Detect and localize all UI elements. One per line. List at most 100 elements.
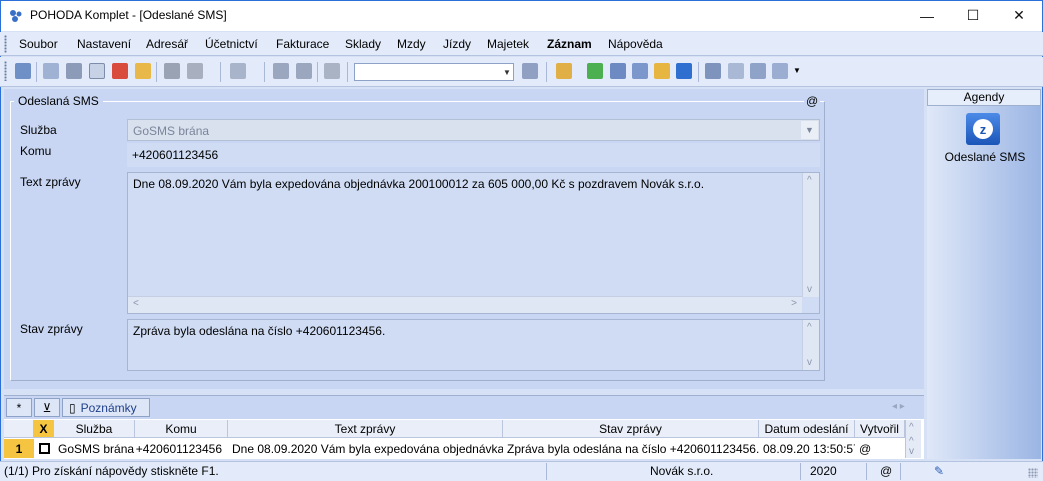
checkbox-icon[interactable]	[38, 443, 50, 454]
scroll-down-icon[interactable]: v	[909, 446, 914, 457]
coins-icon[interactable]	[654, 63, 670, 79]
tab-filter[interactable]: ⊻	[34, 398, 60, 417]
grid-row-checkbox[interactable]	[34, 439, 54, 458]
sluzba-label: Služba	[20, 123, 57, 137]
menu-fakturace[interactable]: Fakturace	[276, 37, 329, 51]
text-value: Dne 08.09.2020 Vám byla expedována objed…	[133, 177, 705, 191]
grid-header-x[interactable]: X	[34, 420, 54, 438]
toolbar-separator	[698, 62, 699, 82]
grid-cell-vytvoril[interactable]: @	[855, 439, 905, 458]
window-title: POHODA Komplet - [Odeslané SMS]	[30, 8, 227, 22]
status-year: 2020	[810, 464, 837, 478]
sluzba-select[interactable]: GoSMS brána	[127, 119, 820, 141]
agendy-header: Agendy	[927, 89, 1041, 106]
report-icon[interactable]	[750, 63, 766, 79]
save-icon[interactable]	[273, 63, 289, 79]
grid-header-sluzba[interactable]: Služba	[54, 420, 135, 438]
save-all-icon[interactable]	[296, 63, 312, 79]
attach-icon[interactable]	[164, 63, 180, 79]
sms-agenda-icon[interactable]: z	[966, 113, 1000, 145]
maximize-button[interactable]: ☐	[950, 0, 996, 31]
grid-cell-stav[interactable]: Zpráva byla odeslána na číslo +420601123…	[503, 439, 759, 458]
list-icon[interactable]	[728, 63, 744, 79]
grid-cell-datum[interactable]: 08.09.20 13:50:57	[759, 439, 855, 458]
horizontal-scrollbar[interactable]: < >	[128, 296, 802, 313]
at-icon: @	[804, 94, 821, 108]
grid-header-corner	[4, 420, 34, 438]
pdf-icon[interactable]	[112, 63, 128, 79]
note-icon: ▯	[69, 400, 76, 415]
scroll-up-icon[interactable]: ^	[807, 175, 812, 186]
scroll-down-icon[interactable]: v	[807, 357, 812, 368]
menu-grip[interactable]	[4, 35, 7, 53]
vertical-scrollbar[interactable]: ^ v	[802, 173, 819, 297]
toolbar-separator	[546, 62, 547, 82]
tab-main[interactable]: *	[6, 398, 32, 417]
toolbar-separator	[220, 62, 221, 82]
grid-header-stav[interactable]: Stav zprávy	[503, 420, 759, 438]
agenda-icon[interactable]	[556, 63, 572, 79]
menu-soubor[interactable]: Soubor	[19, 37, 58, 51]
grid-row-number[interactable]: 1	[4, 439, 34, 458]
grid-cell-komu[interactable]: +420601123456	[135, 439, 228, 458]
tab-poznamky-label: Poznámky	[80, 400, 137, 415]
text-label: Text zprávy	[20, 175, 81, 189]
scroll-up-icon[interactable]: ^	[909, 422, 914, 433]
copy-icon[interactable]	[324, 63, 340, 79]
close-button[interactable]: ✕	[996, 0, 1042, 31]
chevron-down-icon[interactable]: ▼	[500, 64, 514, 80]
menu-ucetnictvi[interactable]: Účetnictví	[205, 37, 258, 51]
agenda-item-odeslane-sms[interactable]: Odeslané SMS	[935, 150, 1035, 164]
chevron-down-icon[interactable]: ▼	[801, 121, 818, 139]
tab-poznamky[interactable]: ▯ Poznámky	[62, 398, 150, 417]
menu-napoveda[interactable]: Nápověda	[608, 37, 663, 51]
tab-scroll-icons[interactable]: ◂ ▸	[892, 401, 905, 412]
grid-header-komu[interactable]: Komu	[135, 420, 228, 438]
pohoda-app-icon	[10, 10, 22, 22]
grid-header-datum[interactable]: Datum odeslání	[759, 420, 855, 438]
menu-sklady[interactable]: Sklady	[345, 37, 381, 51]
preview-icon[interactable]	[89, 63, 105, 79]
back-arrow-icon[interactable]	[230, 63, 246, 79]
komu-label: Komu	[20, 144, 52, 158]
menu-mzdy[interactable]: Mzdy	[397, 37, 426, 51]
calc2-icon[interactable]	[632, 63, 648, 79]
vertical-scrollbar[interactable]: ^ v	[802, 320, 819, 370]
filter-icon[interactable]	[522, 63, 538, 79]
menu-majetek[interactable]: Majetek	[487, 37, 529, 51]
exit-icon[interactable]	[15, 63, 31, 79]
text-textarea[interactable]: Dne 08.09.2020 Vám byla expedována objed…	[127, 172, 820, 314]
money-icon[interactable]	[587, 63, 603, 79]
scroll-down-icon[interactable]: v	[807, 284, 812, 295]
komu-field[interactable]: +420601123456	[127, 143, 820, 167]
scroll-right-icon[interactable]: >	[791, 298, 797, 309]
stav-textarea[interactable]: Zpráva byla odeslána na číslo +420601123…	[127, 319, 820, 371]
scroll-left-icon[interactable]: <	[133, 298, 139, 309]
new-icon[interactable]	[43, 63, 59, 79]
status-divider	[866, 463, 867, 480]
grid-header-text[interactable]: Text zprávy	[228, 420, 503, 438]
quick-search-combo[interactable]	[354, 63, 514, 81]
brush-icon[interactable]	[187, 63, 203, 79]
scroll-up-icon[interactable]: ^	[807, 322, 812, 333]
help-icon[interactable]	[772, 63, 788, 79]
toolbar-separator	[347, 62, 348, 82]
toolbar-grip[interactable]	[4, 61, 7, 81]
grid-vertical-scrollbar[interactable]: ^ ^ v	[905, 420, 921, 458]
chevron-down-icon[interactable]: ▼	[793, 66, 801, 75]
grid-cell-sluzba[interactable]: GoSMS brána	[54, 439, 135, 458]
menu-jizdy[interactable]: Jízdy	[443, 37, 471, 51]
print-icon[interactable]	[66, 63, 82, 79]
note-icon[interactable]	[705, 63, 721, 79]
grid-cell-text[interactable]: Dne 08.09.2020 Vám byla expedována objed…	[228, 439, 503, 458]
export-icon[interactable]	[135, 63, 151, 79]
grid-header-vytvoril[interactable]: Vytvořil	[855, 420, 905, 438]
resize-grip-icon[interactable]	[1028, 468, 1038, 478]
menu-zaznam[interactable]: Záznam	[547, 37, 592, 51]
menu-nastaveni[interactable]: Nastavení	[77, 37, 131, 51]
iban-icon[interactable]	[676, 63, 692, 79]
minimize-button[interactable]: —	[904, 0, 950, 31]
edit-pencil-icon[interactable]: ✎	[934, 464, 944, 478]
calculator-icon[interactable]	[610, 63, 626, 79]
menu-adresar[interactable]: Adresář	[146, 37, 188, 51]
